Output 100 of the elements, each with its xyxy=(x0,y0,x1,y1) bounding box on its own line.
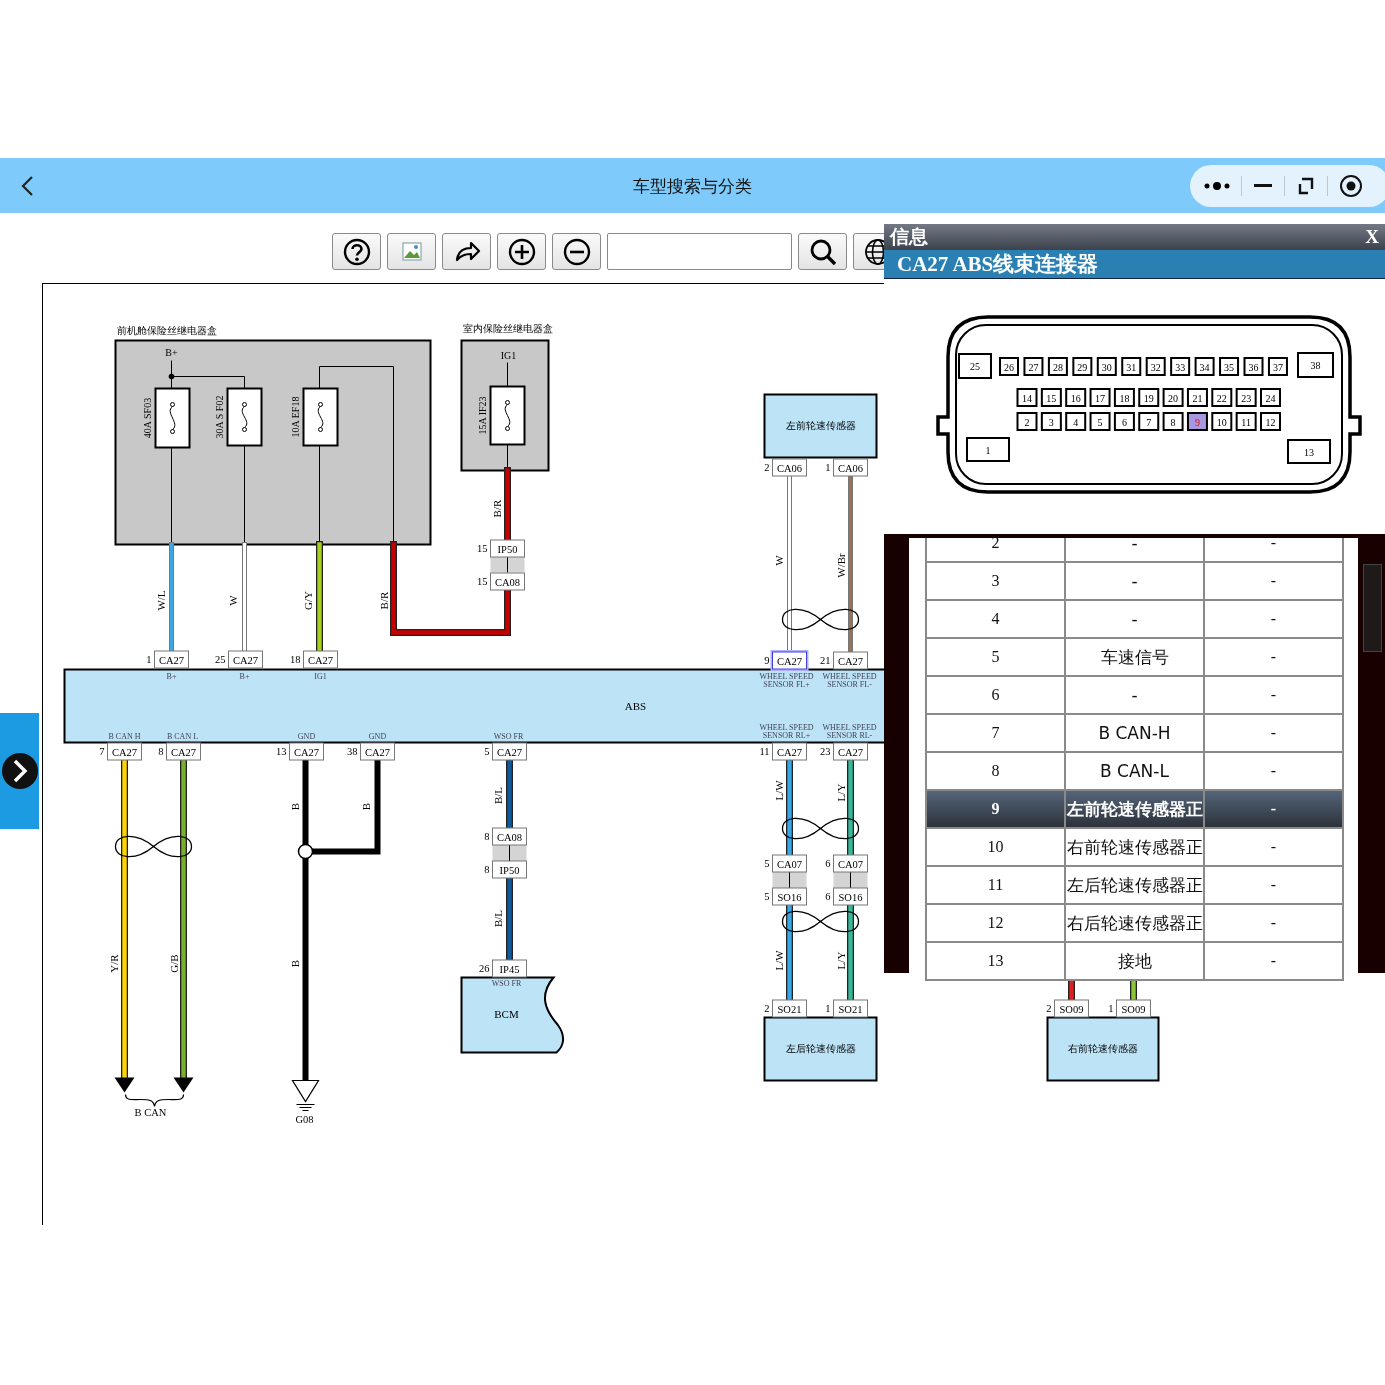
connector-tag[interactable]: CA27 xyxy=(770,650,809,671)
pin-cell[interactable]: 7 xyxy=(1138,412,1160,431)
connector-tag[interactable]: SO16 xyxy=(833,887,868,906)
pin-number: 38 xyxy=(347,746,358,757)
pin-cell[interactable]: 36 xyxy=(1243,357,1264,376)
connector-tag[interactable]: CA27 xyxy=(360,742,395,761)
connector-tag[interactable]: CA07 xyxy=(833,854,868,873)
pin-cell[interactable]: 24 xyxy=(1260,388,1281,407)
connector-tag[interactable]: CA27 xyxy=(154,650,189,669)
pin-table-row[interactable]: 2 - - xyxy=(926,538,1343,562)
pin-cell[interactable]: 35 xyxy=(1219,357,1240,376)
pin-cell[interactable]: 29 xyxy=(1072,357,1093,376)
pin-cell[interactable]: 38 xyxy=(1297,352,1334,378)
pin-table-row[interactable]: 5 车速信号 - xyxy=(926,638,1343,676)
pin-table-row[interactable]: 11 左后轮速传感器正 - xyxy=(926,866,1343,904)
connector-tag[interactable]: CA06 xyxy=(833,458,868,477)
pin-cell[interactable]: 22 xyxy=(1211,388,1233,407)
connector-tag[interactable]: CA27 xyxy=(107,742,142,761)
pin-table-row[interactable]: 10 右前轮速传感器正 - xyxy=(926,828,1343,866)
pin-cell[interactable]: 20 xyxy=(1162,388,1184,407)
connector-tag[interactable]: SO16 xyxy=(772,887,807,906)
pin-number-cell: 11 xyxy=(926,866,1065,904)
search-button[interactable] xyxy=(798,233,847,270)
pin-cell[interactable]: 18 xyxy=(1113,388,1135,407)
pin-cell[interactable]: 21 xyxy=(1186,388,1208,407)
pin-table-row[interactable]: 3 - - xyxy=(926,562,1343,600)
pin-cell[interactable]: 33 xyxy=(1170,357,1191,376)
pin-cell[interactable]: 14 xyxy=(1016,388,1038,407)
pin-cell[interactable]: 27 xyxy=(1023,357,1044,376)
record-icon[interactable] xyxy=(1339,174,1363,198)
image-button[interactable] xyxy=(387,233,436,270)
pin-cell[interactable]: 30 xyxy=(1096,357,1117,376)
connector-tag[interactable]: IP50 xyxy=(490,539,525,558)
pin-number-cell: 6 xyxy=(926,676,1065,714)
pin-number-cell: 4 xyxy=(926,600,1065,638)
pin-table-row[interactable]: 12 右后轮速传感器正 - xyxy=(926,904,1343,942)
pin-cell[interactable]: 12 xyxy=(1260,412,1281,431)
connector-tag[interactable]: CA27 xyxy=(772,742,807,761)
pin-cell[interactable]: 15 xyxy=(1040,388,1062,407)
pin-number: 13 xyxy=(276,746,287,757)
connector-tag[interactable]: CA07 xyxy=(772,854,807,873)
fuse-label: 30A S F02 xyxy=(214,395,225,439)
ground-label: G08 xyxy=(295,1114,314,1125)
pin-table-row[interactable]: 6 - - xyxy=(926,676,1343,714)
pin-table-row[interactable]: 9 左前轮速传感器正 - xyxy=(926,790,1343,828)
connector-tag[interactable]: SO21 xyxy=(833,999,868,1018)
pin-cell[interactable]: 31 xyxy=(1121,357,1142,376)
connector-tag[interactable]: SO09 xyxy=(1054,999,1089,1018)
pin-cell[interactable]: 2 xyxy=(1016,412,1038,431)
connector-tag[interactable]: IP50 xyxy=(492,860,527,879)
pin-cell[interactable]: 10 xyxy=(1211,412,1233,431)
connector-tag[interactable]: CA06 xyxy=(772,458,807,477)
pin-number: 18 xyxy=(290,654,301,665)
pin-cell[interactable]: 6 xyxy=(1113,412,1135,431)
restore-icon[interactable] xyxy=(1296,176,1316,196)
search-field[interactable] xyxy=(607,233,792,270)
connector-tag[interactable]: SO09 xyxy=(1116,999,1151,1018)
connector-tag[interactable]: CA27 xyxy=(833,651,868,670)
connector-tag[interactable]: CA08 xyxy=(492,827,527,846)
pin-cell[interactable]: 4 xyxy=(1065,412,1087,431)
pin-cell[interactable]: 23 xyxy=(1235,388,1257,407)
more-icon[interactable] xyxy=(1204,180,1230,192)
help-button[interactable] xyxy=(332,233,381,270)
connector-tag[interactable]: IP45 xyxy=(492,959,527,978)
side-panel-tab[interactable] xyxy=(0,713,39,829)
pin-cell[interactable]: 19 xyxy=(1138,388,1160,407)
pin-number: 15 xyxy=(477,576,488,587)
pin-cell[interactable]: 26 xyxy=(999,357,1019,376)
pin-cell[interactable]: 16 xyxy=(1065,388,1087,407)
pin-number-cell: 7 xyxy=(926,714,1065,752)
pin-cell[interactable]: 34 xyxy=(1194,357,1215,376)
connector-tag[interactable]: CA08 xyxy=(490,572,525,591)
connector-tag[interactable]: CA27 xyxy=(166,742,201,761)
pin-number: 6 xyxy=(825,891,831,902)
connector-tag[interactable]: CA27 xyxy=(492,742,527,761)
minimize-icon[interactable] xyxy=(1253,183,1273,189)
connector-tag[interactable]: SO21 xyxy=(772,999,807,1018)
pin-table-row[interactable]: 13 接地 - xyxy=(926,942,1343,980)
pin-cell[interactable]: 8 xyxy=(1162,412,1184,431)
pin-cell[interactable]: 37 xyxy=(1267,357,1288,376)
connector-tag[interactable]: CA27 xyxy=(228,650,263,669)
redo-button[interactable] xyxy=(442,233,491,270)
pin-table-row[interactable]: 7 B CAN-H - xyxy=(926,714,1343,752)
pin-cell[interactable]: 32 xyxy=(1145,357,1166,376)
pin-cell[interactable]: 25 xyxy=(958,353,992,379)
close-button[interactable]: X xyxy=(1365,226,1379,248)
scrollbar-thumb[interactable] xyxy=(1363,564,1382,652)
zoom-out-button[interactable] xyxy=(552,233,601,270)
pin-cell[interactable]: 13 xyxy=(1287,439,1331,464)
pin-cell[interactable]: 11 xyxy=(1235,412,1257,431)
pin-cell[interactable]: 17 xyxy=(1089,388,1111,407)
connector-tag[interactable]: CA27 xyxy=(303,650,338,669)
connector-tag[interactable]: CA27 xyxy=(833,742,868,761)
zoom-in-button[interactable] xyxy=(497,233,546,270)
pin-cell[interactable]: 3 xyxy=(1040,412,1062,431)
pin-cell[interactable]: 28 xyxy=(1047,357,1068,376)
connector-tag[interactable]: CA27 xyxy=(289,742,324,761)
pin-table-row[interactable]: 4 - - xyxy=(926,600,1343,638)
pin-cell[interactable]: 1 xyxy=(966,437,1010,462)
pin-cell[interactable]: 5 xyxy=(1089,412,1111,431)
